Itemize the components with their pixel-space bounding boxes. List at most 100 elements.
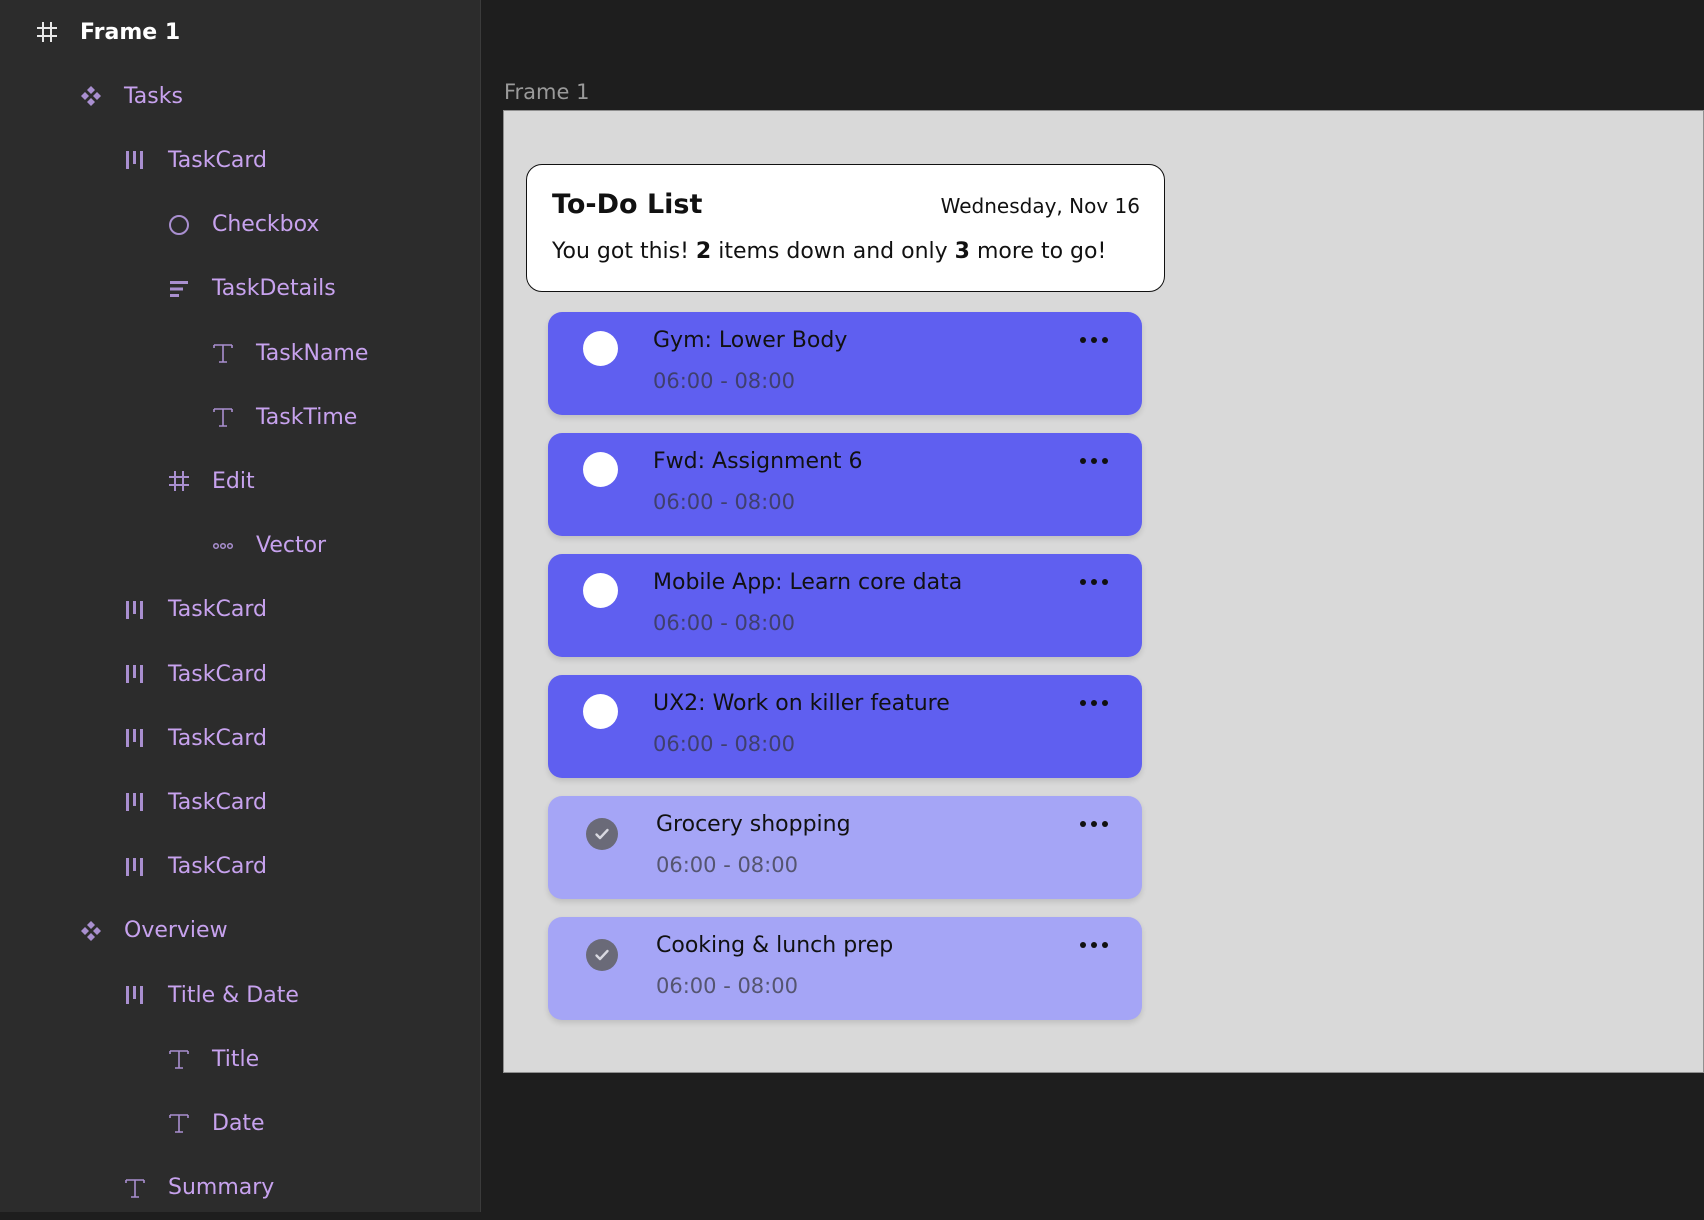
layer-row[interactable]: Overview — [0, 899, 480, 963]
task-card[interactable]: Fwd: Assignment 6 06:00 - 08:00 — [548, 433, 1142, 536]
checked-checkbox[interactable] — [586, 818, 618, 850]
vector-icon — [208, 531, 238, 561]
layer-row[interactable]: TaskCard — [0, 578, 480, 642]
layer-label: Vector — [256, 533, 327, 559]
layers-panel: Frame 1 Tasks TaskCard Checkbox TaskDetails T… — [0, 0, 481, 1212]
layer-label: Overview — [124, 918, 228, 944]
task-name: Cooking & lunch prep — [656, 933, 894, 958]
task-card[interactable]: Mobile App: Learn core data 06:00 - 08:00 — [548, 554, 1142, 657]
layer-label: TaskCard — [168, 789, 267, 815]
task-name: Gym: Lower Body — [653, 328, 848, 353]
layer-row[interactable]: Tasks — [0, 64, 480, 128]
task-time: 06:00 - 08:00 — [653, 490, 795, 514]
layer-row[interactable]: TaskCard — [0, 770, 480, 834]
layer-label: Frame 1 — [80, 19, 181, 45]
ellipse-icon — [164, 210, 194, 240]
layer-label: TaskTime — [256, 404, 358, 430]
layer-label: TaskCard — [168, 854, 267, 880]
layer-row[interactable]: Title & Date — [0, 963, 480, 1027]
layer-row[interactable]: TaskCard — [0, 835, 480, 899]
component-icon — [76, 916, 106, 946]
vertical-layout-icon — [164, 274, 194, 304]
layer-label: Edit — [212, 468, 255, 494]
auto-layout-icon — [120, 595, 150, 625]
task-time: 06:00 - 08:00 — [656, 853, 798, 877]
layer-row[interactable]: TaskCard — [0, 642, 480, 706]
checkmark-icon — [595, 949, 609, 961]
layer-row[interactable]: Vector — [0, 514, 480, 578]
text-icon — [208, 402, 238, 432]
overview-summary: You got this! 2 items down and only 3 mo… — [552, 239, 1106, 264]
task-card[interactable]: Gym: Lower Body 06:00 - 08:00 — [548, 312, 1142, 415]
more-options-icon[interactable] — [1080, 572, 1108, 592]
summary-remaining-count: 3 — [954, 239, 970, 264]
layer-row[interactable]: TaskCard — [0, 706, 480, 770]
layer-row[interactable]: Checkbox — [0, 193, 480, 257]
layer-row[interactable]: Date — [0, 1091, 480, 1155]
summary-text: items down and only — [711, 239, 955, 264]
layer-row[interactable]: TaskDetails — [0, 257, 480, 321]
more-options-icon[interactable] — [1080, 451, 1108, 471]
text-icon — [208, 338, 238, 368]
layer-row[interactable]: TaskCard — [0, 128, 480, 192]
layer-label: Checkbox — [212, 212, 320, 238]
layer-row[interactable]: Edit — [0, 449, 480, 513]
task-card[interactable]: Cooking & lunch prep 06:00 - 08:00 — [548, 917, 1142, 1020]
auto-layout-icon — [120, 980, 150, 1010]
layer-label: TaskCard — [168, 147, 267, 173]
frame-label[interactable]: Frame 1 — [504, 80, 589, 104]
layer-label: TaskCard — [168, 597, 267, 623]
task-name: UX2: Work on killer feature — [653, 691, 950, 716]
auto-layout-icon — [120, 723, 150, 753]
checkbox[interactable] — [583, 452, 618, 487]
frame-icon — [164, 466, 194, 496]
layer-label: TaskDetails — [212, 276, 336, 302]
checkbox[interactable] — [583, 694, 618, 729]
layer-row[interactable]: Frame 1 — [0, 0, 480, 64]
overview-date: Wednesday, Nov 16 — [940, 194, 1140, 218]
task-name: Fwd: Assignment 6 — [653, 449, 863, 474]
summary-text: more to go! — [969, 239, 1107, 264]
overview-title: To-Do List — [552, 189, 703, 220]
task-name: Grocery shopping — [656, 812, 851, 837]
task-card[interactable]: UX2: Work on killer feature 06:00 - 08:00 — [548, 675, 1142, 778]
more-options-icon[interactable] — [1080, 814, 1108, 834]
checkmark-icon — [595, 828, 609, 840]
text-icon — [120, 1173, 150, 1203]
task-time: 06:00 - 08:00 — [656, 974, 798, 998]
task-card[interactable]: Grocery shopping 06:00 - 08:00 — [548, 796, 1142, 899]
task-time: 06:00 - 08:00 — [653, 611, 795, 635]
more-options-icon[interactable] — [1080, 693, 1108, 713]
frame-icon — [32, 17, 62, 47]
auto-layout-icon — [120, 787, 150, 817]
summary-text: You got this! — [552, 239, 696, 264]
layer-label: Title & Date — [168, 982, 299, 1008]
layer-row[interactable]: TaskTime — [0, 385, 480, 449]
layer-label: TaskCard — [168, 725, 267, 751]
layer-label: Summary — [168, 1175, 275, 1201]
layer-label: Date — [212, 1110, 265, 1136]
layer-row[interactable]: TaskName — [0, 321, 480, 385]
component-icon — [76, 81, 106, 111]
text-icon — [164, 1044, 194, 1074]
checked-checkbox[interactable] — [586, 939, 618, 971]
checkbox[interactable] — [583, 331, 618, 366]
layer-label: TaskCard — [168, 661, 267, 687]
summary-done-count: 2 — [695, 239, 712, 264]
layer-label: Title — [212, 1046, 260, 1072]
overview-card[interactable]: To-Do List Wednesday, Nov 16 You got thi… — [526, 164, 1165, 292]
auto-layout-icon — [120, 852, 150, 882]
auto-layout-icon — [120, 145, 150, 175]
task-time: 06:00 - 08:00 — [653, 369, 795, 393]
task-name: Mobile App: Learn core data — [653, 570, 963, 595]
layer-label: Tasks — [124, 83, 183, 109]
auto-layout-icon — [120, 659, 150, 689]
more-options-icon[interactable] — [1080, 330, 1108, 350]
layer-row[interactable]: Summary — [0, 1156, 480, 1220]
task-time: 06:00 - 08:00 — [653, 732, 795, 756]
text-icon — [164, 1108, 194, 1138]
layer-label: TaskName — [256, 340, 369, 366]
layer-row[interactable]: Title — [0, 1027, 480, 1091]
checkbox[interactable] — [583, 573, 618, 608]
more-options-icon[interactable] — [1080, 935, 1108, 955]
